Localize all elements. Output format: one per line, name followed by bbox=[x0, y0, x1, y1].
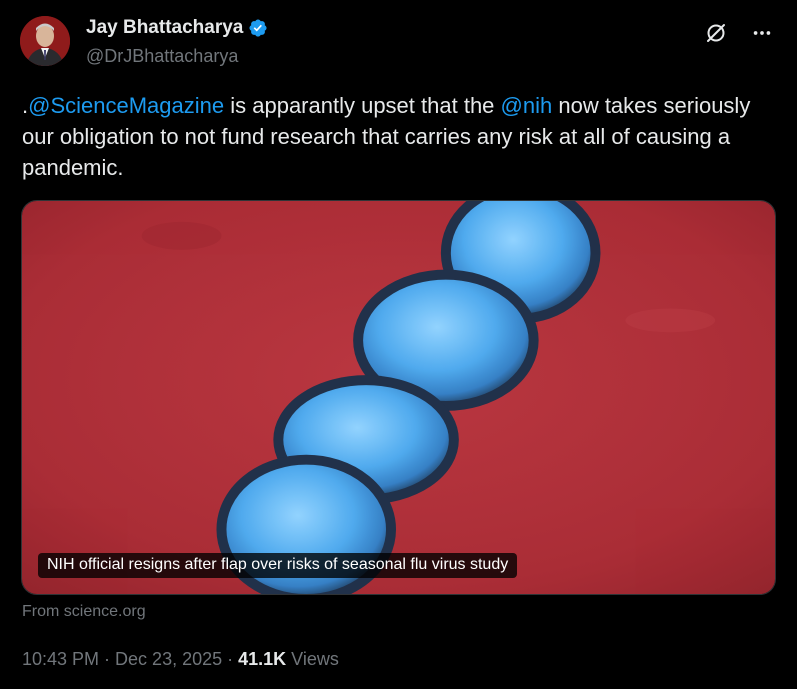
card-source[interactable]: From science.org bbox=[22, 603, 146, 621]
meta-separator: · bbox=[99, 649, 116, 669]
verified-badge-icon bbox=[248, 18, 268, 38]
author-handle[interactable]: @DrJBhattacharya bbox=[86, 46, 238, 67]
tweet-text: .@ScienceMagazine is apparantly upset th… bbox=[22, 90, 782, 183]
tweet-time[interactable]: 10:43 PM bbox=[22, 649, 99, 669]
tweet: Jay Bhattacharya @DrJBhattacharya .@Scie… bbox=[0, 0, 797, 689]
author-display-name[interactable]: Jay Bhattacharya bbox=[86, 17, 243, 39]
views-label: Views bbox=[286, 649, 339, 669]
views-count[interactable]: 41.1K bbox=[238, 649, 286, 669]
grok-icon[interactable] bbox=[701, 18, 731, 48]
meta-separator: · bbox=[222, 649, 239, 669]
mention-nih[interactable]: @nih bbox=[501, 93, 553, 118]
card-image bbox=[22, 201, 775, 594]
tweet-top-actions bbox=[701, 18, 777, 48]
tweet-text-part-1: is apparantly upset that the bbox=[224, 93, 501, 118]
tweet-meta: 10:43 PM · Dec 23, 2025 · 41.1K Views bbox=[22, 649, 339, 670]
more-icon[interactable] bbox=[747, 18, 777, 48]
avatar[interactable] bbox=[20, 16, 70, 66]
tweet-date[interactable]: Dec 23, 2025 bbox=[115, 649, 222, 669]
author-name-row: Jay Bhattacharya bbox=[86, 17, 268, 39]
link-card[interactable]: NIH official resigns after flap over ris… bbox=[21, 200, 776, 595]
card-caption: NIH official resigns after flap over ris… bbox=[38, 553, 518, 578]
mention-science-magazine[interactable]: @ScienceMagazine bbox=[28, 93, 224, 118]
